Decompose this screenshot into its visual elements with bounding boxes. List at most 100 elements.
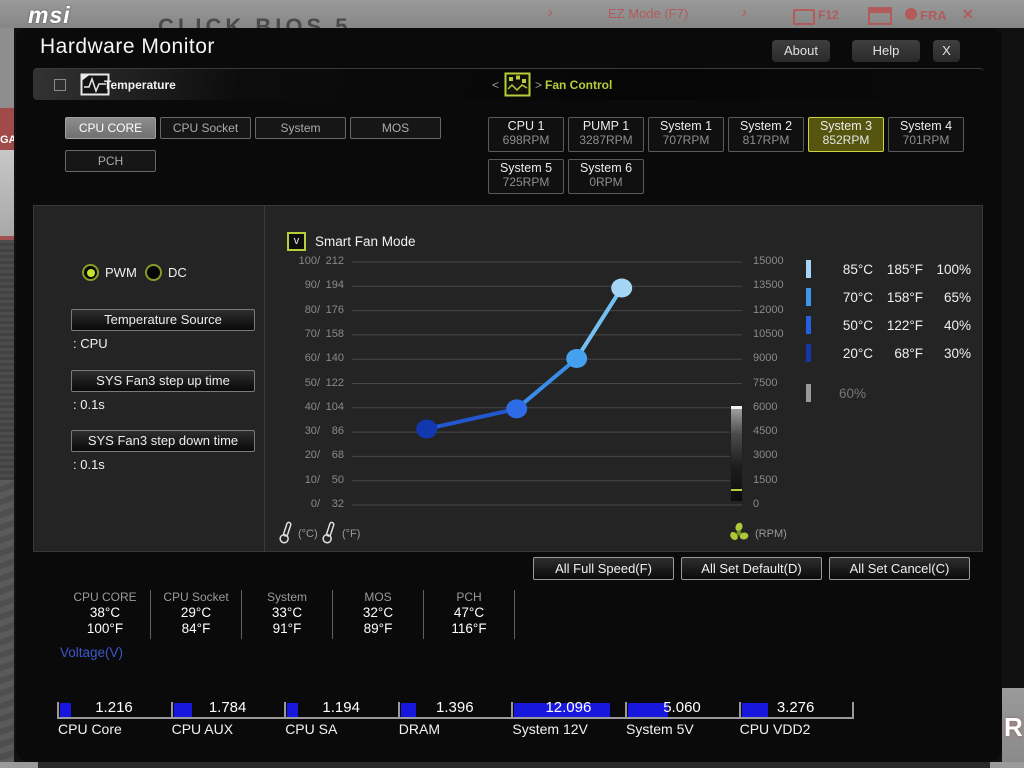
fan-cell[interactable]: System 1 707RPM — [648, 117, 724, 152]
section-header-band: Temperature < > Fan Control — [33, 68, 984, 100]
action-button[interactable]: All Set Cancel(C) — [829, 557, 970, 580]
fan-cell[interactable]: CPU 1 698RPM — [488, 117, 564, 152]
readout-celsius: 47°C — [453, 605, 485, 620]
legend-celsius: 20°C — [842, 345, 873, 361]
readout-column: PCH 47°C 116°F — [424, 590, 515, 639]
fan-cell[interactable]: System 5 725RPM — [488, 159, 564, 194]
fan-cell[interactable]: System 4 701RPM — [888, 117, 964, 152]
ez-mode-button[interactable]: EZ Mode (F7) — [608, 6, 688, 21]
legend-percent: 100% — [936, 261, 971, 277]
fan-rpm: 707RPM — [662, 133, 710, 147]
temp-tab[interactable]: CPU CORE — [65, 117, 156, 139]
step-down-time-value: : 0.1s — [73, 457, 105, 472]
manual-speed-slider[interactable] — [730, 405, 743, 502]
fan-curve-svg — [352, 261, 742, 506]
f12-label[interactable]: F12 — [818, 8, 839, 22]
msi-logo: msi — [28, 2, 71, 28]
temperature-source-button[interactable]: Temperature Source — [71, 309, 255, 331]
background-left-strip: GA — [0, 28, 14, 768]
temp-tab[interactable]: CPU Socket — [160, 117, 251, 139]
legend-fahrenheit: 68°F — [894, 345, 923, 361]
legend-row: 20°C 68°F 30% — [806, 339, 976, 367]
voltage-gauge: 1.396 DRAM — [397, 698, 512, 744]
temperature-tabs: CPU CORE CPU Socket System MOS PCH — [65, 117, 465, 183]
voltage-value: 5.060 — [663, 699, 701, 716]
language-button[interactable]: FRA — [920, 8, 947, 23]
voltage-label: System 12V — [512, 721, 588, 737]
fahrenheit-axis-label: (°F) — [342, 528, 361, 540]
manual-legend-percent: 60% — [839, 385, 867, 401]
readout-fahrenheit: 116°F — [451, 621, 487, 636]
voltage-gauge: 12.096 System 12V — [511, 698, 626, 744]
background-right-fragment: R — [1002, 688, 1024, 762]
step-up-time-button[interactable]: SYS Fan3 step up time — [71, 370, 255, 392]
readout-label: PCH — [456, 590, 482, 604]
legend-color-bar — [806, 316, 811, 334]
fan-cell[interactable]: System 3 852RPM — [808, 117, 884, 152]
voltage-label: System 5V — [626, 721, 694, 737]
thermometer-celsius-icon — [279, 521, 292, 544]
fan-name: System 6 — [579, 161, 633, 175]
prev-section-arrow[interactable]: < — [492, 78, 499, 92]
fan-rpm: 3287RPM — [579, 133, 633, 147]
fan-name: System 4 — [899, 119, 953, 133]
step-up-time-value: : 0.1s — [73, 397, 105, 412]
dc-label: DC — [168, 265, 187, 280]
voltage-gauge: 1.784 CPU AUX — [170, 698, 285, 744]
action-button[interactable]: All Full Speed(F) — [533, 557, 674, 580]
fan-rpm: 701RPM — [902, 133, 950, 147]
legend-color-bar — [806, 344, 811, 362]
readout-fahrenheit: 100°F — [86, 621, 124, 636]
collapse-checkbox-icon[interactable] — [54, 79, 66, 91]
readout-celsius: 32°C — [362, 605, 394, 620]
readout-celsius: 33°C — [271, 605, 303, 620]
readout-fahrenheit: 91°F — [272, 621, 302, 636]
fan-curve-point[interactable] — [566, 348, 588, 368]
temp-tab[interactable]: System — [255, 117, 346, 139]
readout-label: CPU Socket — [163, 590, 229, 604]
monitor-icon — [868, 7, 892, 25]
fan-curve-point[interactable] — [611, 278, 633, 298]
fan-cell[interactable]: PUMP 1 3287RPM — [568, 117, 644, 152]
pwm-label: PWM — [105, 265, 137, 280]
legend-percent: 30% — [943, 345, 971, 361]
chevron-left-icon: › — [545, 3, 556, 22]
bios-screen: msi CLICK BIOS 5 › EZ Mode (F7) › F12 FR… — [0, 0, 1024, 768]
dc-radio[interactable] — [145, 264, 162, 281]
readout-celsius: 29°C — [180, 605, 212, 620]
fan-rpm: 698RPM — [502, 133, 550, 147]
voltage-label: CPU SA — [285, 721, 338, 737]
temperature-section-label: Temperature — [104, 78, 176, 92]
smart-fan-checkbox[interactable]: v — [287, 232, 306, 251]
next-section-arrow[interactable]: > — [535, 78, 542, 92]
legend-row: 50°C 122°F 40% — [806, 311, 976, 339]
fan-rpm-icon — [730, 522, 749, 541]
fan-rpm: 0RPM — [589, 175, 623, 189]
slider-handle[interactable] — [731, 406, 742, 409]
temp-tab[interactable]: PCH — [65, 150, 156, 172]
readout-label: System — [266, 590, 307, 604]
legend-percent: 65% — [943, 289, 971, 305]
fan-name: System 2 — [739, 119, 793, 133]
click-bios-label: CLICK BIOS 5 — [158, 14, 352, 28]
fan-rpm: 725RPM — [502, 175, 550, 189]
chevron-right-icon: › — [739, 3, 750, 22]
fan-curve-point[interactable] — [506, 399, 528, 419]
background-close-icon: ✕ — [962, 6, 974, 22]
fan-curve-point[interactable] — [416, 419, 438, 439]
action-button[interactable]: All Set Default(D) — [681, 557, 822, 580]
readout-column: MOS 32°C 89°F — [333, 590, 424, 639]
about-button[interactable]: About — [772, 40, 830, 62]
close-button[interactable]: X — [933, 40, 960, 62]
help-button[interactable]: Help — [852, 40, 920, 62]
readout-fahrenheit: 84°F — [181, 621, 211, 636]
fan-cell[interactable]: System 6 0RPM — [568, 159, 644, 194]
temp-tab[interactable]: MOS — [350, 117, 441, 139]
pwm-radio[interactable] — [82, 264, 99, 281]
legend-row: 85°C 185°F 100% — [806, 255, 976, 283]
readout-celsius: 38°C — [89, 605, 121, 620]
fan-cell[interactable]: System 2 817RPM — [728, 117, 804, 152]
background-topbar: msi CLICK BIOS 5 › EZ Mode (F7) › F12 FR… — [0, 0, 1024, 28]
step-down-time-button[interactable]: SYS Fan3 step down time — [71, 430, 255, 452]
temperature-readouts: CPU CORE 38°C 100°F CPU Socket 29°C 84°F… — [60, 590, 515, 639]
